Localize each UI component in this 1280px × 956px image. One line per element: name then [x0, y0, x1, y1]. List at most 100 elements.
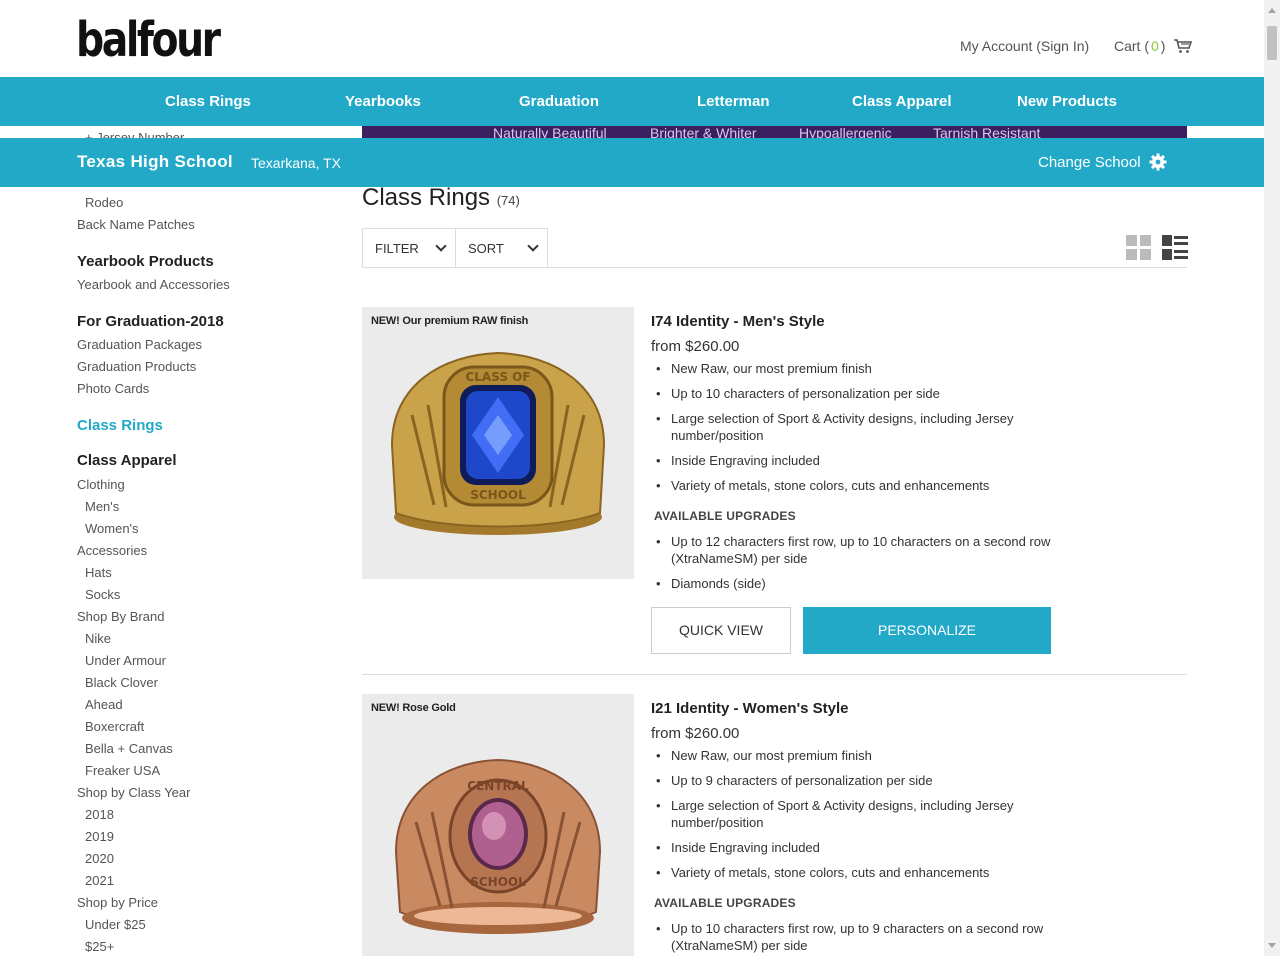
sidebar-heading-graduation[interactable]: For Graduation-2018 [77, 313, 224, 330]
promo-banner[interactable]: Naturally Beautiful Brighter & Whiter Hy… [362, 126, 1187, 138]
sidebar-item-2018[interactable]: 2018 [85, 807, 114, 822]
upgrades-heading: AVAILABLE UPGRADES [654, 896, 796, 910]
filter-label: FILTER [375, 241, 419, 256]
upgrades-heading: AVAILABLE UPGRADES [654, 509, 796, 523]
sidebar-item-under-25[interactable]: Under $25 [85, 917, 146, 932]
sidebar-heading-yearbook-products[interactable]: Yearbook Products [77, 253, 214, 270]
sidebar-item-nike[interactable]: Nike [85, 631, 111, 646]
nav-class-apparel[interactable]: Class Apparel [852, 93, 952, 110]
product-badge: NEW! Our premium RAW finish [371, 315, 529, 327]
nav-new-products[interactable]: New Products [1017, 93, 1117, 110]
product-price: from $260.00 [651, 338, 740, 355]
page-title-text: Class Rings [362, 184, 491, 211]
chevron-down-icon [435, 240, 447, 252]
sidebar-item-accessories[interactable]: Accessories [77, 543, 147, 558]
sidebar-item-2020[interactable]: 2020 [85, 851, 114, 866]
svg-text:CLASS OF: CLASS OF [465, 370, 530, 384]
sort-dropdown[interactable]: SORT [455, 229, 547, 267]
sidebar-heading-class-rings[interactable]: Class Rings [77, 417, 163, 434]
gear-icon [1149, 153, 1167, 171]
sidebar-item-25-plus[interactable]: $25+ [85, 939, 114, 954]
change-school-label: Change School [1038, 153, 1141, 171]
site-header: balfour My Account (Sign In) Cart (0) [0, 0, 1264, 77]
feature-item: New Raw, our most premium finish [651, 360, 1061, 377]
sidebar-item-ahead[interactable]: Ahead [85, 697, 123, 712]
sidebar-item-black-clover[interactable]: Black Clover [85, 675, 158, 690]
nav-yearbooks[interactable]: Yearbooks [345, 93, 421, 110]
upgrade-item: Up to 12 characters first row, up to 10 … [651, 533, 1061, 567]
sidebar-heading-class-apparel[interactable]: Class Apparel [77, 452, 177, 469]
sidebar-item-womens[interactable]: Women's [85, 521, 139, 536]
sidebar-item-photo-cards[interactable]: Photo Cards [77, 381, 149, 396]
feature-item: Variety of metals, stone colors, cuts an… [651, 477, 1061, 494]
feature-list: New Raw, our most premium finish Up to 1… [651, 360, 1061, 502]
sidebar-item-mens[interactable]: Men's [85, 499, 119, 514]
nav-letterman[interactable]: Letterman [697, 93, 770, 110]
sidebar-item-graduation-packages[interactable]: Graduation Packages [77, 337, 202, 352]
list-view-icon[interactable] [1162, 235, 1188, 260]
sidebar-item-shop-by-class-year[interactable]: Shop by Class Year [77, 785, 190, 800]
sidebar-item-socks[interactable]: Socks [85, 587, 120, 602]
school-name: Texas High School [77, 152, 233, 171]
filter-dropdown[interactable]: FILTER [363, 229, 455, 267]
feature-item: Up to 10 characters of personalization p… [651, 385, 1061, 402]
product-divider [362, 674, 1187, 675]
chevron-down-icon [527, 240, 539, 252]
upgrade-item: Up to 10 characters first row, up to 9 c… [651, 920, 1061, 954]
toolbar-divider [548, 267, 1187, 268]
nav-graduation[interactable]: Graduation [519, 93, 599, 110]
personalize-button[interactable]: PERSONALIZE [803, 607, 1051, 654]
sort-label: SORT [468, 241, 504, 256]
sidebar-item-shop-by-brand[interactable]: Shop By Brand [77, 609, 164, 624]
cart-label-close: ) [1160, 38, 1166, 54]
promo-item: Brighter & Whiter [650, 126, 757, 138]
sidebar-item-2021[interactable]: 2021 [85, 873, 114, 888]
sidebar-item-bella-canvas[interactable]: Bella + Canvas [85, 741, 173, 756]
cart-icon [1174, 39, 1193, 53]
page-scrollbar[interactable] [1264, 0, 1280, 956]
svg-text:SCHOOL: SCHOOL [470, 488, 526, 502]
svg-text:SCHOOL: SCHOOL [470, 875, 526, 889]
product-name[interactable]: I21 Identity - Women's Style [651, 700, 849, 717]
cart-label: Cart ( [1114, 38, 1149, 54]
scroll-thumb[interactable] [1267, 26, 1277, 60]
sidebar-item-shop-by-price[interactable]: Shop by Price [77, 895, 158, 910]
upgrade-item: Diamonds (side) [651, 575, 1061, 592]
page-title: Class Rings (74) [362, 184, 520, 212]
sidebar-item-yearbook-accessories[interactable]: Yearbook and Accessories [77, 277, 230, 292]
sidebar-item-back-name-patches[interactable]: Back Name Patches [77, 217, 195, 232]
sidebar-item-under-armour[interactable]: Under Armour [85, 653, 166, 668]
cart-link[interactable]: Cart (0) [1114, 38, 1193, 54]
feature-item: Inside Engraving included [651, 452, 1061, 469]
sidebar-nav: Rodeo Back Name Patches Yearbook Product… [0, 187, 340, 956]
quick-view-button[interactable]: QUICK VIEW [651, 607, 791, 654]
feature-item: Large selection of Sport & Activity desi… [651, 797, 1061, 831]
sidebar-item-clothing[interactable]: Clothing [77, 477, 125, 492]
sidebar-item-boxercraft[interactable]: Boxercraft [85, 719, 144, 734]
ring-image: CENTRAL SCHOOL [394, 758, 602, 934]
feature-item: Large selection of Sport & Activity desi… [651, 410, 1061, 444]
sidebar-item-freaker-usa[interactable]: Freaker USA [85, 763, 160, 778]
cart-count: 0 [1151, 38, 1159, 54]
product-image[interactable]: NEW! Rose Gold CENTRAL SCHOOL [362, 694, 634, 956]
sidebar-item-graduation-products[interactable]: Graduation Products [77, 359, 196, 374]
product-badge: NEW! Rose Gold [371, 702, 456, 714]
nav-class-rings[interactable]: Class Rings [165, 93, 251, 110]
product-name[interactable]: I74 Identity - Men's Style [651, 313, 825, 330]
school-location: Texarkana, TX [251, 155, 342, 171]
promo-item: Hypoallergenic [799, 126, 892, 138]
sidebar-item-hats[interactable]: Hats [85, 565, 112, 580]
sidebar-item-rodeo[interactable]: Rodeo [85, 195, 123, 210]
scroll-up-icon[interactable] [1268, 8, 1276, 13]
scroll-down-icon[interactable] [1268, 943, 1276, 948]
school-bar: Texas High School Texarkana, TX Change S… [0, 138, 1264, 187]
change-school-button[interactable]: Change School [1038, 153, 1167, 171]
promo-item: Tarnish Resistant [933, 126, 1041, 138]
promo-item: Naturally Beautiful [493, 126, 607, 138]
grid-view-icon[interactable] [1126, 235, 1151, 260]
my-account-link[interactable]: My Account (Sign In) [960, 38, 1089, 54]
product-image[interactable]: NEW! Our premium RAW finish CLASS OF SCH… [362, 307, 634, 579]
feature-list: New Raw, our most premium finish Up to 9… [651, 747, 1061, 889]
sidebar-item-2019[interactable]: 2019 [85, 829, 114, 844]
balfour-logo[interactable]: balfour [76, 14, 221, 66]
